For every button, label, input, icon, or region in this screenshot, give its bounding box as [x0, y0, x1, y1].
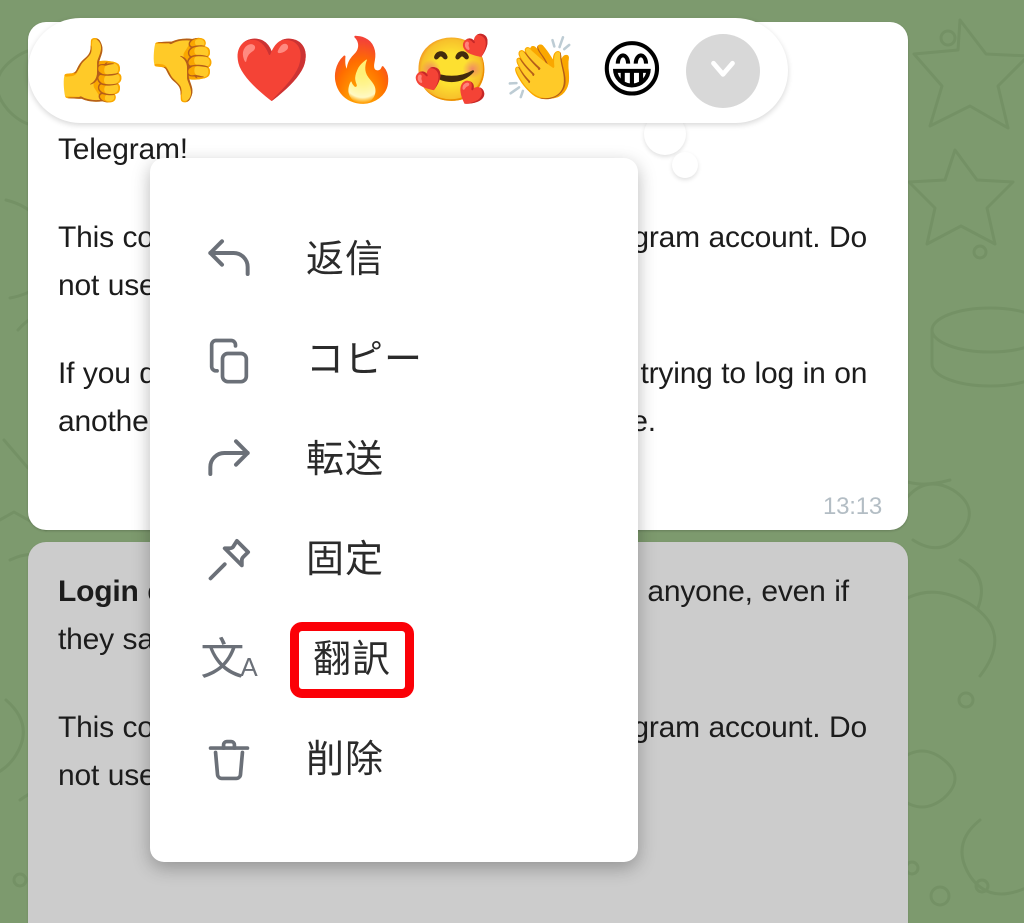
menu-item-label: コピー [306, 339, 424, 381]
reaction-fire-icon[interactable]: 🔥 [320, 29, 404, 113]
translate-glyph: 文A [200, 635, 258, 684]
message-context-menu[interactable]: 返信 コピー 転送 固定 文 A 翻訳 削除 [150, 158, 638, 862]
menu-item-delete[interactable]: 削除 [150, 710, 638, 810]
menu-item-reply[interactable]: 返信 [150, 210, 638, 310]
reactions-expand-button[interactable] [686, 33, 760, 108]
bubble-tail-small [672, 152, 698, 178]
telegram-chat-screen: Telegram! This code can be used to log i… [0, 0, 1024, 923]
reaction-grinning-face-icon[interactable]: 😁 [590, 29, 674, 113]
reaction-clapping-hands-icon[interactable]: 👏 [500, 29, 584, 113]
menu-item-label: 翻訳 [290, 622, 415, 698]
menu-item-label: 返信 [306, 239, 385, 281]
message-bold-prefix: Login [58, 575, 139, 608]
reaction-red-heart-icon[interactable]: ❤️ [230, 29, 314, 113]
reply-arrow-icon [198, 229, 260, 291]
copy-icon [198, 329, 260, 391]
reaction-thumbs-down-icon[interactable]: 👎 [140, 29, 224, 113]
menu-item-copy[interactable]: コピー [150, 310, 638, 410]
message-timestamp: 13:13 [822, 493, 882, 520]
menu-item-label: 削除 [306, 739, 385, 781]
translate-icon: 文A [198, 629, 260, 691]
menu-item-pin[interactable]: 固定 [150, 510, 638, 610]
quick-reaction-bar[interactable]: 👍 👎 ❤️ 🔥 🥰 👏 😁 [28, 18, 788, 123]
reaction-thumbs-up-icon[interactable]: 👍 [50, 29, 134, 113]
forward-arrow-icon [198, 429, 260, 491]
menu-item-forward[interactable]: 転送 [150, 410, 638, 510]
chevron-down-icon [704, 49, 742, 92]
pin-icon [198, 529, 260, 591]
translate-subscript-a: A [240, 652, 258, 682]
menu-item-label: 固定 [306, 539, 385, 581]
menu-item-label: 転送 [306, 439, 385, 481]
menu-item-translate[interactable]: 文A 翻訳 [150, 610, 638, 710]
trash-icon [198, 729, 260, 791]
reaction-smiling-face-with-hearts-icon[interactable]: 🥰 [410, 29, 494, 113]
